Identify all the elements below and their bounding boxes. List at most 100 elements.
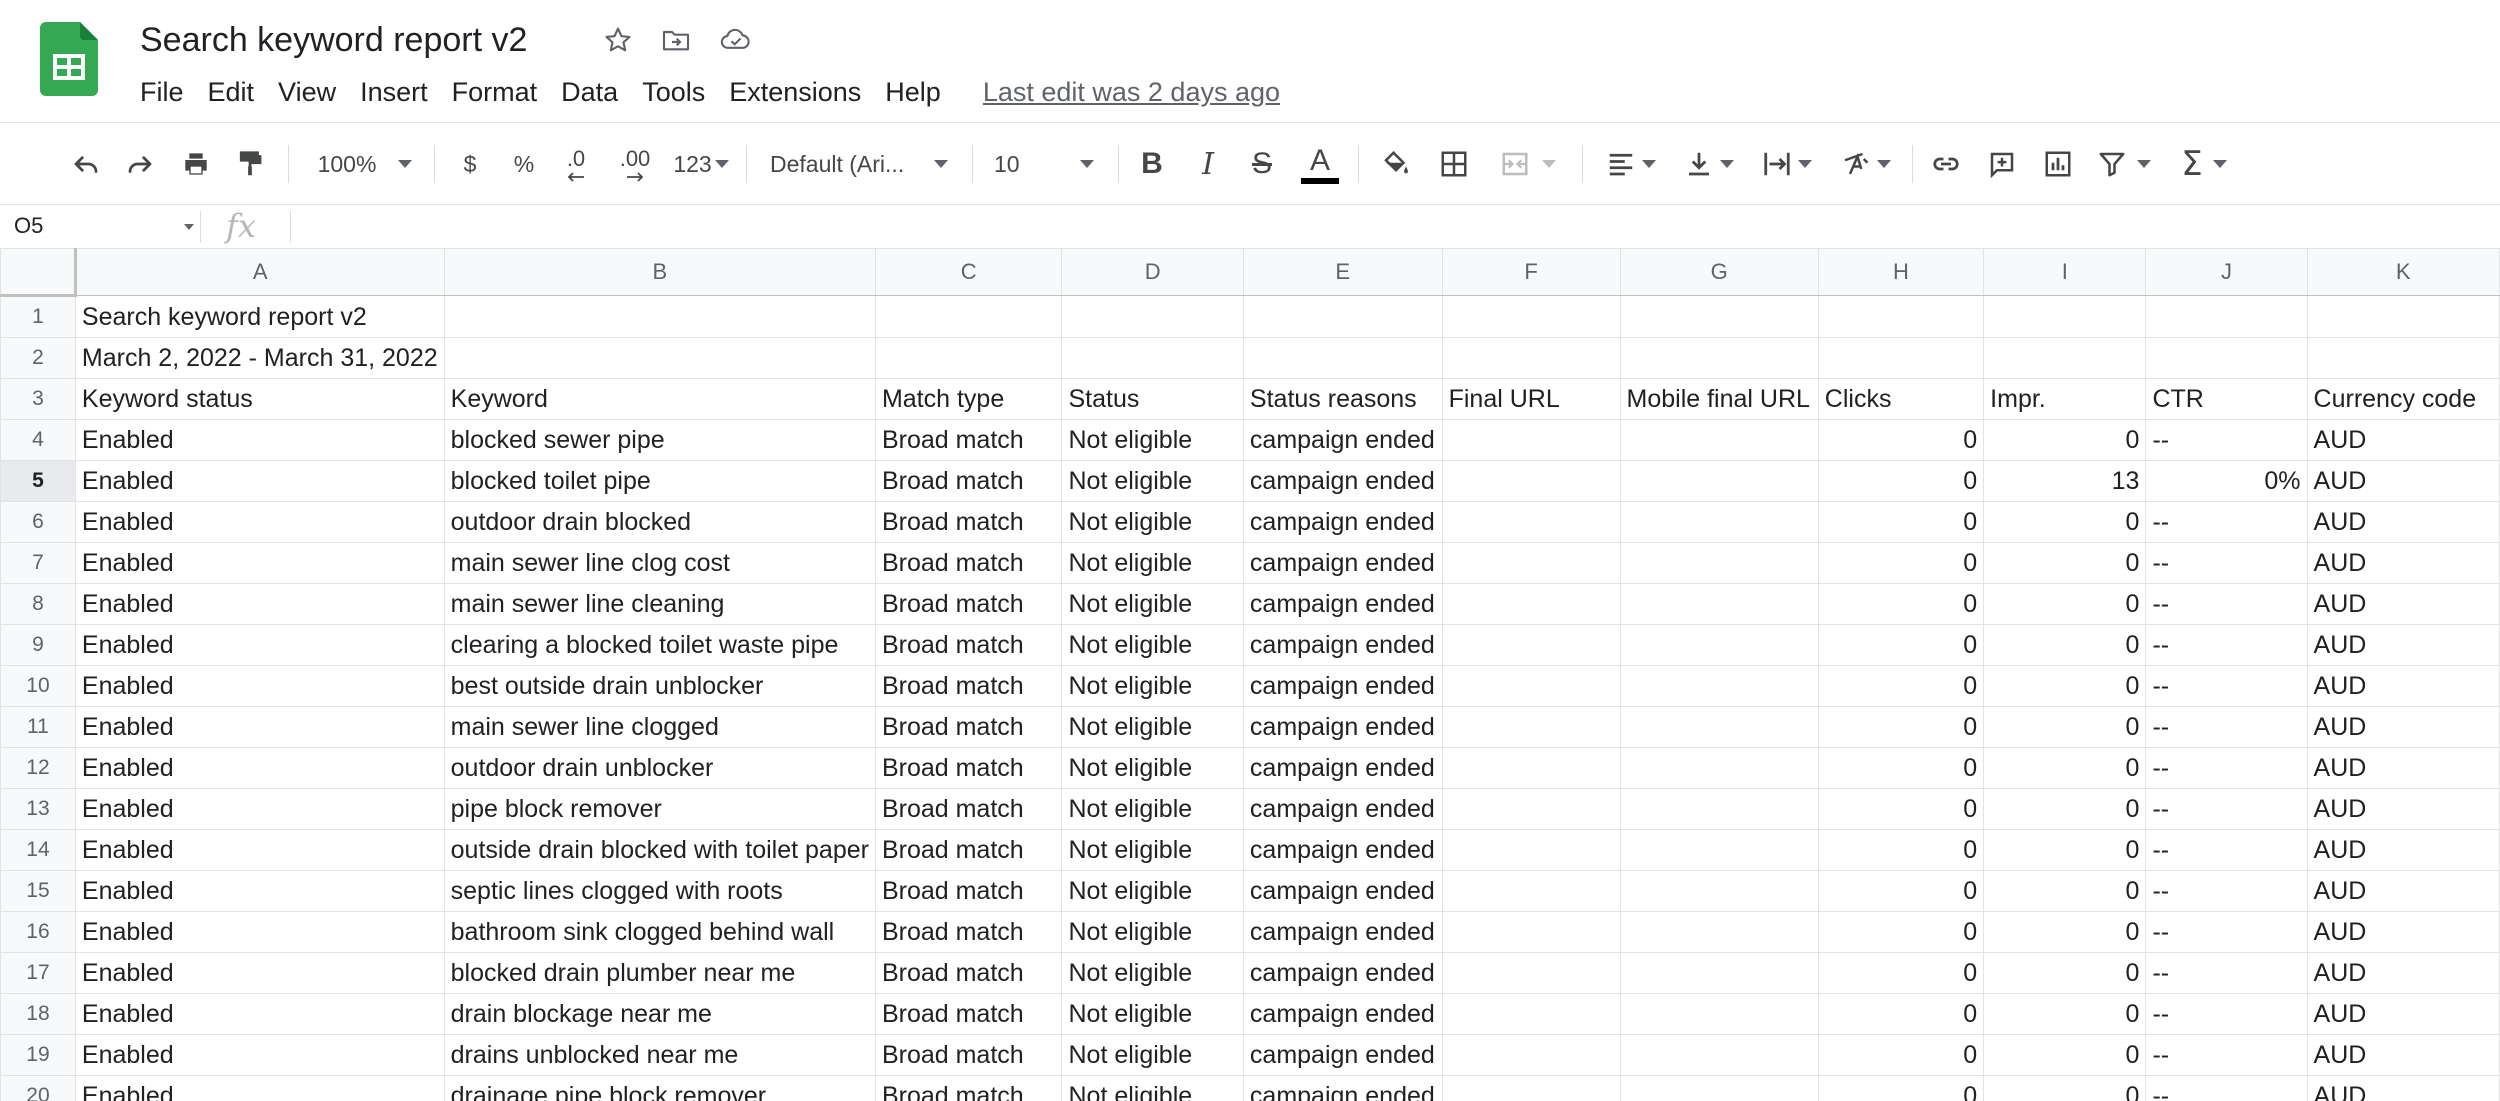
cell-e3[interactable]: Status reasons — [1242, 378, 1443, 420]
text-wrapping-button[interactable] — [1754, 139, 1820, 189]
insert-chart-icon[interactable] — [2036, 139, 2080, 189]
cell-g6[interactable] — [1619, 501, 1819, 543]
cell-k3[interactable]: Currency code — [2306, 378, 2500, 420]
cell-j16[interactable]: -- — [2145, 911, 2308, 953]
format-currency-button[interactable]: $ — [450, 139, 490, 189]
cell-k18[interactable]: AUD — [2306, 993, 2500, 1035]
cell-d14[interactable]: Not eligible — [1061, 829, 1244, 871]
cell-d5[interactable]: Not eligible — [1061, 460, 1244, 502]
cell-f17[interactable] — [1441, 952, 1621, 994]
cell-b3[interactable]: Keyword — [443, 378, 876, 420]
zoom-select[interactable]: 100% — [306, 139, 424, 189]
cell-f20[interactable] — [1441, 1075, 1621, 1101]
cell-h6[interactable]: 0 — [1817, 501, 1985, 543]
cell-h1[interactable] — [1817, 295, 1985, 338]
cell-j9[interactable]: -- — [2145, 624, 2308, 666]
font-family-select[interactable]: Default (Ari... — [770, 139, 960, 189]
cell-d13[interactable]: Not eligible — [1061, 788, 1244, 830]
cell-b9[interactable]: clearing a blocked toilet waste pipe — [443, 624, 876, 666]
undo-icon[interactable] — [64, 139, 108, 189]
cell-a16[interactable]: Enabled — [74, 911, 445, 953]
column-header-f[interactable]: F — [1441, 248, 1621, 296]
cell-f11[interactable] — [1441, 706, 1621, 748]
cell-k15[interactable]: AUD — [2306, 870, 2500, 912]
column-header-d[interactable]: D — [1061, 248, 1244, 296]
cell-c7[interactable]: Broad match — [874, 542, 1063, 584]
column-header-h[interactable]: H — [1817, 248, 1985, 296]
cell-c4[interactable]: Broad match — [874, 419, 1063, 461]
star-icon[interactable] — [598, 20, 638, 60]
cell-e11[interactable]: campaign ended — [1242, 706, 1443, 748]
cell-e1[interactable] — [1242, 295, 1443, 338]
cell-j4[interactable]: -- — [2145, 419, 2308, 461]
cell-c16[interactable]: Broad match — [874, 911, 1063, 953]
row-header[interactable]: 16 — [0, 911, 76, 953]
insert-link-icon[interactable] — [1924, 139, 1968, 189]
cell-f14[interactable] — [1441, 829, 1621, 871]
cell-c19[interactable]: Broad match — [874, 1034, 1063, 1076]
cell-j10[interactable]: -- — [2145, 665, 2308, 707]
cell-e15[interactable]: campaign ended — [1242, 870, 1443, 912]
cell-g15[interactable] — [1619, 870, 1819, 912]
menu-view[interactable]: View — [266, 72, 348, 112]
menu-tools[interactable]: Tools — [630, 72, 717, 112]
menu-extensions[interactable]: Extensions — [717, 72, 873, 112]
cell-j7[interactable]: -- — [2145, 542, 2308, 584]
cell-b6[interactable]: outdoor drain blocked — [443, 501, 876, 543]
cell-h12[interactable]: 0 — [1817, 747, 1985, 789]
cell-b1[interactable] — [443, 295, 876, 338]
cell-i10[interactable]: 0 — [1983, 665, 2147, 707]
cell-c6[interactable]: Broad match — [874, 501, 1063, 543]
cell-b13[interactable]: pipe block remover — [443, 788, 876, 830]
cell-d20[interactable]: Not eligible — [1061, 1075, 1244, 1101]
row-header[interactable]: 18 — [0, 993, 76, 1035]
cell-b10[interactable]: best outside drain unblocker — [443, 665, 876, 707]
cell-a19[interactable]: Enabled — [74, 1034, 445, 1076]
cell-i3[interactable]: Impr. — [1983, 378, 2147, 420]
cell-e14[interactable]: campaign ended — [1242, 829, 1443, 871]
cell-c15[interactable]: Broad match — [874, 870, 1063, 912]
cell-i6[interactable]: 0 — [1983, 501, 2147, 543]
cell-g5[interactable] — [1619, 460, 1819, 502]
cell-d11[interactable]: Not eligible — [1061, 706, 1244, 748]
cell-k10[interactable]: AUD — [2306, 665, 2500, 707]
cell-c17[interactable]: Broad match — [874, 952, 1063, 994]
cell-i8[interactable]: 0 — [1983, 583, 2147, 625]
strikethrough-button[interactable]: S — [1240, 139, 1284, 189]
cell-j12[interactable]: -- — [2145, 747, 2308, 789]
row-header[interactable]: 4 — [0, 419, 76, 461]
text-color-button[interactable]: A — [1296, 139, 1344, 189]
cell-g3[interactable]: Mobile final URL — [1619, 378, 1819, 420]
cell-d19[interactable]: Not eligible — [1061, 1034, 1244, 1076]
cell-e8[interactable]: campaign ended — [1242, 583, 1443, 625]
cell-h5[interactable]: 0 — [1817, 460, 1985, 502]
menu-file[interactable]: File — [128, 72, 196, 112]
column-header-k[interactable]: K — [2306, 248, 2500, 296]
row-header[interactable]: 1 — [0, 295, 76, 338]
cell-k5[interactable]: AUD — [2306, 460, 2500, 502]
cell-b11[interactable]: main sewer line clogged — [443, 706, 876, 748]
cell-i11[interactable]: 0 — [1983, 706, 2147, 748]
cell-k12[interactable]: AUD — [2306, 747, 2500, 789]
insert-comment-icon[interactable] — [1980, 139, 2024, 189]
column-header-c[interactable]: C — [874, 248, 1063, 296]
cell-j6[interactable]: -- — [2145, 501, 2308, 543]
cell-i16[interactable]: 0 — [1983, 911, 2147, 953]
cell-g14[interactable] — [1619, 829, 1819, 871]
cell-a20[interactable]: Enabled — [74, 1075, 445, 1101]
cell-h13[interactable]: 0 — [1817, 788, 1985, 830]
cell-a11[interactable]: Enabled — [74, 706, 445, 748]
cloud-saved-icon[interactable] — [716, 20, 756, 60]
row-header[interactable]: 12 — [0, 747, 76, 789]
cell-h16[interactable]: 0 — [1817, 911, 1985, 953]
cell-b16[interactable]: bathroom sink clogged behind wall — [443, 911, 876, 953]
cell-f9[interactable] — [1441, 624, 1621, 666]
cell-j8[interactable]: -- — [2145, 583, 2308, 625]
cell-i7[interactable]: 0 — [1983, 542, 2147, 584]
cell-a12[interactable]: Enabled — [74, 747, 445, 789]
cell-a9[interactable]: Enabled — [74, 624, 445, 666]
cell-h9[interactable]: 0 — [1817, 624, 1985, 666]
sheets-logo-icon[interactable] — [40, 22, 98, 96]
cell-b17[interactable]: blocked drain plumber near me — [443, 952, 876, 994]
cell-k11[interactable]: AUD — [2306, 706, 2500, 748]
